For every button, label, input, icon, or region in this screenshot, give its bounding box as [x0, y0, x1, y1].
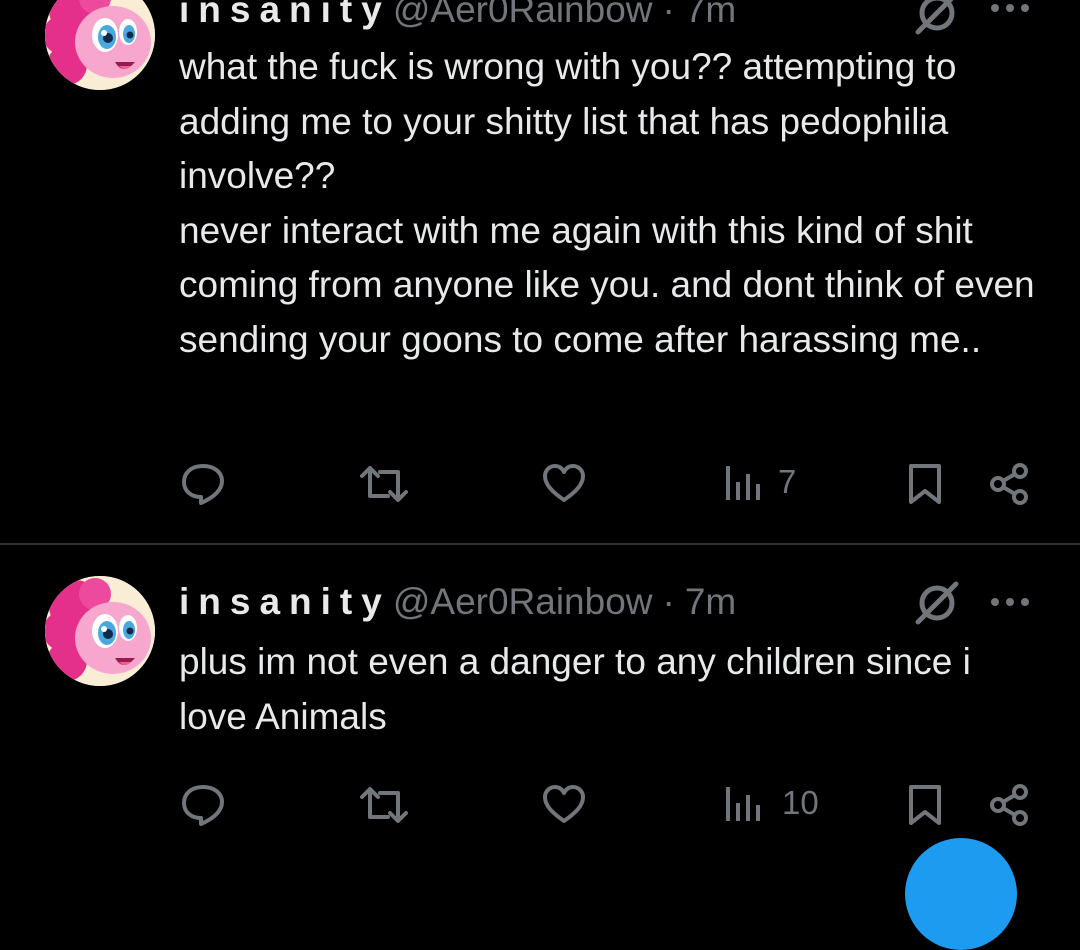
- separator-dot: ·: [662, 0, 675, 30]
- reply-icon: [182, 785, 224, 826]
- share-icon: [990, 784, 1028, 826]
- bookmark-button[interactable]: [907, 783, 943, 827]
- avatar[interactable]: [45, 576, 155, 686]
- views-count: 7: [778, 463, 797, 500]
- share-icon: [990, 463, 1028, 505]
- reply-button[interactable]: [180, 462, 226, 506]
- pony-avatar-icon: [45, 0, 155, 90]
- like-button[interactable]: [541, 462, 587, 504]
- tweet-text-paragraph: plus im not even a danger to any childre…: [179, 641, 971, 737]
- tweet-text: plus im not even a danger to any childre…: [179, 635, 1040, 744]
- views-icon: [726, 787, 760, 821]
- retweet-button[interactable]: [358, 462, 410, 506]
- more-icon[interactable]: [988, 0, 1032, 18]
- compose-button[interactable]: [905, 838, 1017, 950]
- reply-button[interactable]: [180, 783, 226, 827]
- reply-icon: [182, 464, 224, 505]
- views-button[interactable]: 10: [724, 783, 819, 823]
- separator-dot: ·: [662, 581, 675, 622]
- retweet-button[interactable]: [358, 783, 410, 827]
- tweet[interactable]: insanity @Aer0Rainbow · 7m plus im not e…: [0, 545, 1080, 850]
- grok-icon[interactable]: [912, 0, 962, 38]
- share-button[interactable]: [988, 462, 1032, 506]
- like-icon: [543, 785, 585, 823]
- like-button[interactable]: [541, 783, 587, 825]
- views-button[interactable]: 7: [724, 462, 796, 502]
- retweet-icon: [360, 466, 408, 502]
- user-handle[interactable]: @Aer0Rainbow: [393, 0, 653, 31]
- timestamp[interactable]: 7m: [685, 581, 736, 623]
- display-name[interactable]: insanity: [179, 581, 391, 623]
- pony-avatar-icon: [45, 576, 155, 686]
- display-name[interactable]: insanity: [179, 0, 391, 31]
- user-handle[interactable]: @Aer0Rainbow: [393, 581, 653, 623]
- grok-icon[interactable]: [912, 578, 962, 628]
- like-icon: [543, 464, 585, 502]
- timestamp[interactable]: 7m: [685, 0, 736, 31]
- views-icon: [726, 466, 760, 500]
- tweet-text-paragraph: what the fuck is wrong with you?? attemp…: [179, 46, 957, 196]
- bookmark-icon: [909, 785, 941, 825]
- tweet-text-paragraph: never interact with me again with this k…: [179, 209, 1035, 360]
- avatar[interactable]: [45, 0, 155, 90]
- tweet-text: what the fuck is wrong with you?? attemp…: [179, 40, 1040, 367]
- tweet[interactable]: insanity @Aer0Rainbow · 7m what the fuck…: [0, 0, 1080, 545]
- more-icon[interactable]: [988, 592, 1032, 612]
- bookmark-button[interactable]: [907, 462, 943, 506]
- views-count: 10: [782, 784, 819, 821]
- bookmark-icon: [909, 464, 941, 504]
- retweet-icon: [360, 787, 408, 823]
- share-button[interactable]: [988, 783, 1032, 827]
